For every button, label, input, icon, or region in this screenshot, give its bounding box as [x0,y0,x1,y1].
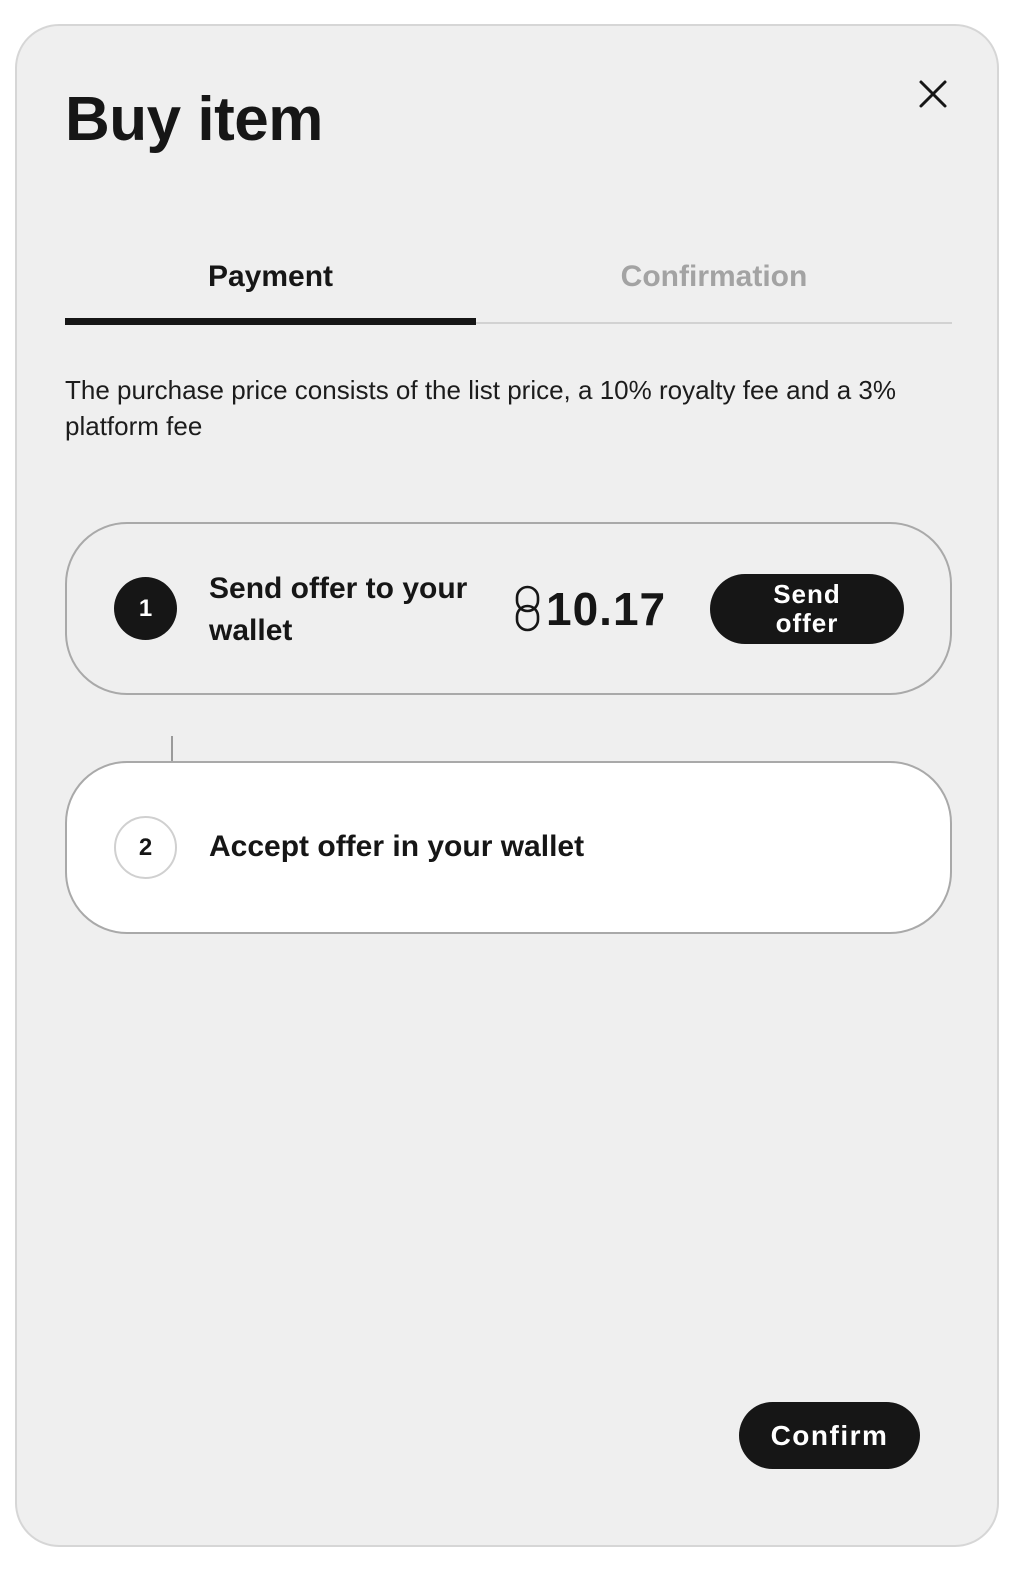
step-label: Accept offer in your wallet [209,830,585,863]
step-accept-offer: 2 Accept offer in your wallet [65,761,952,934]
confirm-button[interactable]: Confirm [739,1402,920,1469]
send-offer-button[interactable]: Send offer [710,574,904,644]
step-tabs: Payment Confirmation [65,234,952,326]
modal-title: Buy item [65,85,323,154]
step-label: Send offer to your wallet [209,572,468,647]
chainlink-currency-icon [515,585,540,632]
buy-item-modal: Buy item Payment Confirmation The purcha… [15,24,999,1547]
price-value: 10.17 [546,583,667,635]
price-description: The purchase price consists of the list … [65,375,896,441]
tab-payment[interactable]: Payment [65,234,476,320]
offer-price: 10.17 [513,582,666,636]
send-offer-label: Send offer [773,579,841,638]
step-send-offer: 1 Send offer to your wallet 10.17 Send o… [65,522,952,695]
active-tab-indicator [65,318,476,325]
close-button[interactable] [910,71,956,117]
close-icon [919,80,947,108]
step-number-badge: 2 [114,816,177,879]
step-number-badge: 1 [114,577,177,640]
tab-confirmation[interactable]: Confirmation [476,234,952,320]
